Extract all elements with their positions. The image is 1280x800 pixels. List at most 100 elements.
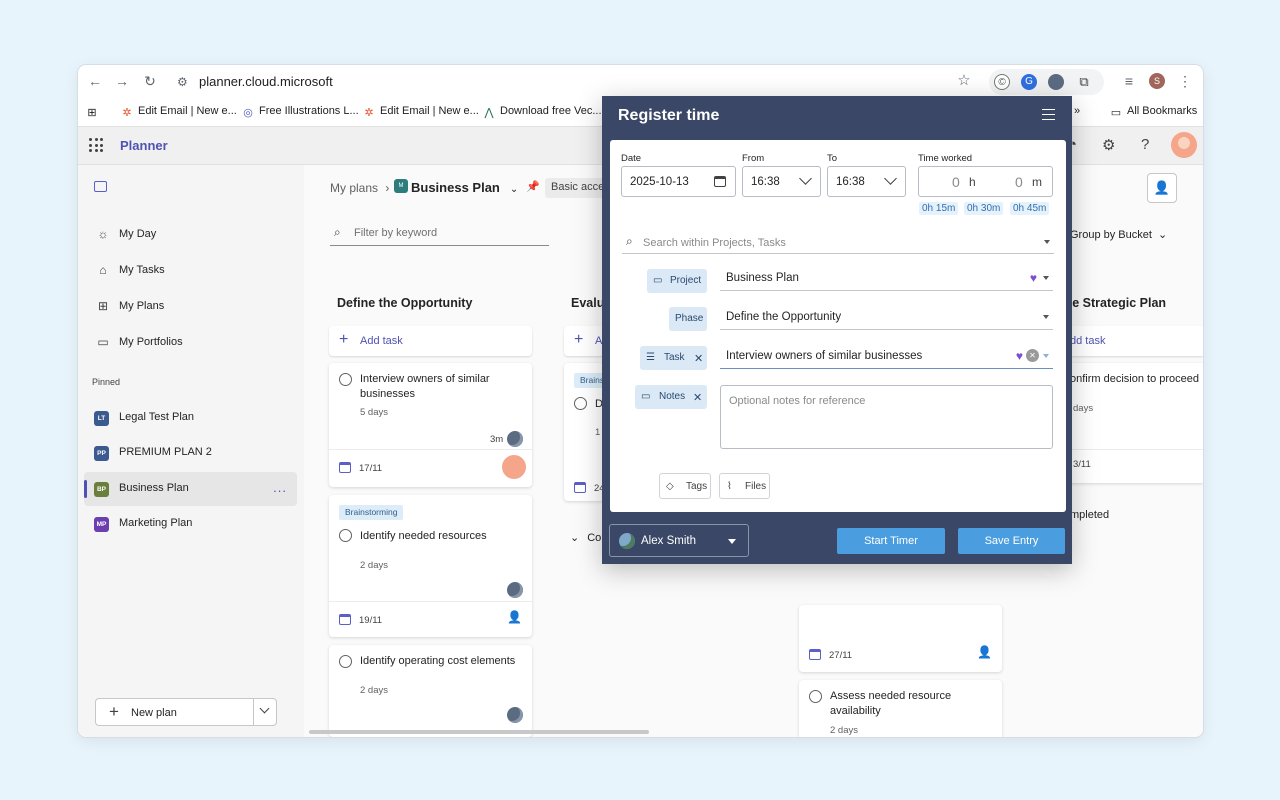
plan-title[interactable]: Business Plan ⌄ [411, 180, 518, 195]
sidebar-item-my-day[interactable]: ☼ My Day [84, 218, 297, 252]
reading-list-icon[interactable]: ≡ [1121, 73, 1137, 89]
all-bookmarks[interactable]: ▭ All Bookmarks [1110, 105, 1198, 119]
bookmarks-overflow-icon[interactable]: » [1074, 105, 1080, 117]
new-plan-button[interactable]: + New plan [95, 698, 277, 726]
search-icon: ⌕ [626, 234, 633, 248]
group-by-dropdown[interactable]: Group by Bucket ⌄ [1070, 228, 1167, 241]
task-select[interactable]: Interview owners of similar businesses ♥… [720, 343, 1053, 369]
sidebar-item-premium-plan-2[interactable]: PP PREMIUM PLAN 2 [84, 436, 297, 470]
user-avatar[interactable] [1171, 132, 1197, 158]
calendar-icon [574, 482, 586, 493]
task-card[interactable]: Assess needed resource availability 2 da… [799, 680, 1002, 737]
hours-input[interactable]: 0 [952, 174, 960, 190]
remove-notes-icon[interactable]: ✕ [693, 391, 702, 404]
forward-icon[interactable]: → [114, 73, 130, 89]
save-entry-button[interactable]: Save Entry [958, 528, 1065, 554]
complete-checkbox[interactable] [339, 529, 352, 542]
quick-time-15m[interactable]: 0h 15m [919, 202, 959, 215]
sidebar-item-my-plans[interactable]: ⊞ My Plans [84, 290, 297, 324]
sidebar-item-business-plan[interactable]: BP Business Plan ... [84, 472, 297, 506]
phase-select[interactable]: Define the Opportunity [720, 304, 1053, 330]
assignee-avatar[interactable] [507, 707, 523, 723]
add-task-button[interactable]: + A [564, 326, 604, 356]
complete-checkbox[interactable] [809, 690, 822, 703]
bookmark-item[interactable]: ✲ Edit Email | New e... [363, 105, 478, 119]
bookmark-item[interactable]: ✲ Edit Email | New e... [121, 105, 236, 119]
bookmark-item[interactable]: ◎ Free Illustrations L... [242, 105, 358, 119]
minutes-input[interactable]: 0 [1015, 174, 1023, 190]
task-card[interactable]: Brains D 1 24 [564, 363, 611, 501]
project-select[interactable]: Business Plan ♥ [720, 265, 1053, 291]
tags-button[interactable]: ◇ Tags [659, 473, 711, 499]
project-task-search[interactable]: ⌕ Search within Projects, Tasks [622, 230, 1054, 254]
address-bar[interactable]: ⚙ planner.cloud.microsoft [169, 70, 989, 94]
clear-icon[interactable]: ✕ [1026, 349, 1039, 362]
timer-extension-icon[interactable] [1048, 74, 1064, 90]
caret-down-icon [728, 539, 736, 544]
remove-task-icon[interactable]: ✕ [694, 352, 703, 365]
share-members-icon[interactable]: 👤 [1147, 173, 1177, 203]
help-icon[interactable]: ? [1141, 136, 1149, 153]
sidebar-item-marketing-plan[interactable]: MP Marketing Plan [84, 507, 297, 541]
calendar-icon[interactable] [714, 176, 726, 187]
register-time-panel: Register time Date 2025-10-13 From 16:38… [602, 96, 1072, 564]
task-card[interactable]: Interview owners of similar businesses 5… [329, 363, 532, 487]
completed-toggle[interactable]: ⌄ Co [570, 531, 601, 544]
assign-user-icon[interactable]: 👤 [507, 610, 522, 624]
assignee-avatar[interactable] [502, 455, 526, 479]
folder-icon: ▭ [653, 275, 663, 286]
menu-icon[interactable]: ⋮ [1177, 73, 1193, 89]
breadcrumb-root[interactable]: My plans › [330, 181, 389, 195]
assign-user-icon[interactable]: 👤 [977, 645, 992, 659]
start-timer-button[interactable]: Start Timer [837, 528, 945, 554]
task-card[interactable]: Brainstorming Identify needed resources … [329, 495, 532, 637]
completed-toggle[interactable]: mpleted [1070, 509, 1109, 521]
sidebar-item-legal-test-plan[interactable]: LT Legal Test Plan [84, 401, 297, 435]
extension-icon[interactable]: © [994, 74, 1010, 90]
sidebar-item-my-portfolios[interactable]: ▭ My Portfolios [84, 326, 297, 360]
app-launcher-icon[interactable] [89, 138, 103, 152]
reload-icon[interactable]: ↻ [142, 73, 158, 89]
extension-icon[interactable]: G [1021, 74, 1037, 90]
horizontal-scrollbar[interactable] [309, 730, 649, 734]
task-card[interactable]: 27/11 👤 [799, 605, 1002, 672]
bookmark-star-icon[interactable]: ☆ [956, 73, 972, 89]
puzzle-icon[interactable]: ⧉ [1076, 74, 1092, 90]
quick-time-30m[interactable]: 0h 30m [964, 202, 1004, 215]
time-worked-label: Time worked [918, 153, 973, 164]
notes-textarea[interactable]: Optional notes for reference [720, 385, 1053, 449]
complete-checkbox[interactable] [339, 373, 352, 386]
complete-checkbox[interactable] [574, 397, 587, 410]
quick-time-45m[interactable]: 0h 45m [1010, 202, 1050, 215]
from-time-select[interactable]: 16:38 [742, 166, 821, 197]
extensions-area: © G ⧉ [989, 69, 1104, 95]
user-select[interactable]: Alex Smith [609, 524, 749, 557]
time-worked-input[interactable]: 0 h 0 m [918, 166, 1053, 197]
assignee-avatar[interactable] [507, 582, 523, 598]
more-options-icon[interactable]: ... [273, 480, 287, 495]
hamburger-menu-icon[interactable] [1042, 109, 1055, 120]
files-button[interactable]: ⌇ Files [719, 473, 770, 499]
to-time-select[interactable]: 16:38 [827, 166, 906, 197]
chevron-down-icon[interactable] [259, 703, 271, 717]
date-input[interactable]: 2025-10-13 [621, 166, 736, 197]
bookmark-item[interactable]: ⋀ Download free Vec... [483, 105, 601, 119]
settings-gear-icon[interactable]: ⚙ [1102, 136, 1115, 154]
add-task-button[interactable]: + Add task [329, 326, 532, 356]
filter-input[interactable]: ⌕ Filter by keyword [330, 222, 549, 246]
app-title[interactable]: Planner [120, 138, 168, 153]
profile-avatar[interactable]: S [1149, 73, 1165, 89]
bucket-title: Define the Opportunity [337, 296, 473, 310]
folder-icon: ▭ [1110, 107, 1122, 119]
back-icon[interactable]: ← [87, 73, 103, 89]
complete-checkbox[interactable] [339, 655, 352, 668]
checklist-icon: ☰ [646, 352, 655, 363]
collapse-sidebar-icon[interactable] [94, 181, 107, 192]
apps-icon[interactable]: ⊞ [86, 105, 103, 119]
site-info-icon[interactable]: ⚙ [177, 75, 188, 89]
assignee-avatar[interactable] [507, 431, 523, 447]
task-card[interactable]: Identify operating cost elements 2 days [329, 645, 532, 737]
divider [253, 699, 254, 725]
sidebar-item-my-tasks[interactable]: ⌂ My Tasks [84, 254, 297, 288]
pin-icon[interactable]: 📌 [526, 180, 540, 193]
